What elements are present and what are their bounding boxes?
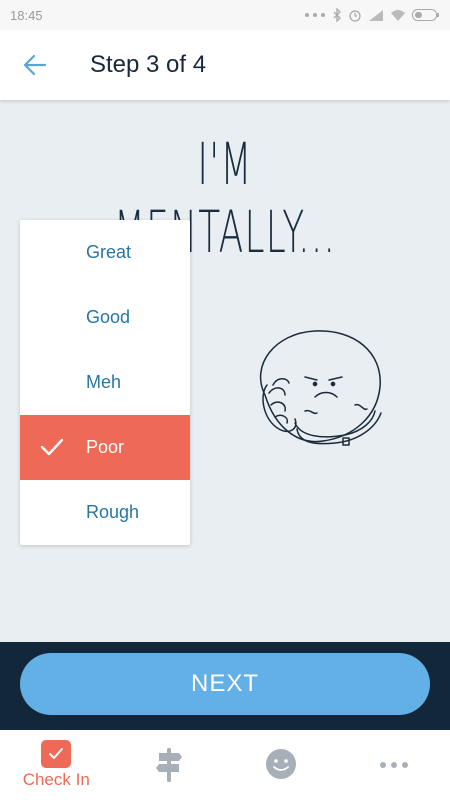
alarm-icon (349, 10, 361, 22)
tab-label: Check In (22, 770, 90, 789)
next-button[interactable]: NEXT (20, 653, 430, 715)
wifi-icon (391, 10, 405, 21)
bottom-tab-bar: Check In (0, 730, 450, 800)
back-button[interactable] (0, 30, 70, 100)
status-bar: 18:45 (0, 0, 450, 30)
option-label: Meh (86, 372, 122, 392)
option-poor[interactable]: Poor (20, 415, 190, 480)
more-icon (379, 762, 408, 768)
status-time: 18:45 (10, 7, 43, 23)
option-meh[interactable]: Meh (20, 350, 190, 415)
brain-mascot-illustration (259, 330, 382, 446)
bluetooth-icon (333, 8, 341, 22)
option-label: Good (86, 307, 131, 327)
back-arrow-icon (23, 54, 47, 76)
option-rough[interactable]: Rough (20, 480, 190, 545)
signpost-icon (155, 748, 182, 782)
checkmark-icon (40, 438, 64, 456)
tab-mood[interactable] (225, 730, 338, 800)
app-header: Step 3 of 4 (0, 30, 450, 100)
smiley-icon (266, 749, 297, 779)
tab-check-in[interactable]: Check In (0, 730, 113, 800)
option-label: Rough (86, 502, 140, 522)
signal-dots-icon (305, 13, 325, 17)
option-label: Poor (86, 437, 125, 457)
tab-journeys[interactable] (113, 730, 226, 800)
check-in-icon (41, 740, 72, 768)
cell-signal-icon (369, 10, 383, 21)
mood-options-list: Great Good Meh Poor Rough (20, 220, 190, 545)
page-title: Step 3 of 4 (90, 51, 207, 78)
tab-more[interactable] (338, 730, 450, 800)
option-label: Great (86, 242, 132, 262)
option-good[interactable]: Good (20, 285, 190, 350)
status-icons (304, 8, 440, 22)
battery-icon (412, 9, 439, 21)
option-great[interactable]: Great (20, 220, 190, 285)
